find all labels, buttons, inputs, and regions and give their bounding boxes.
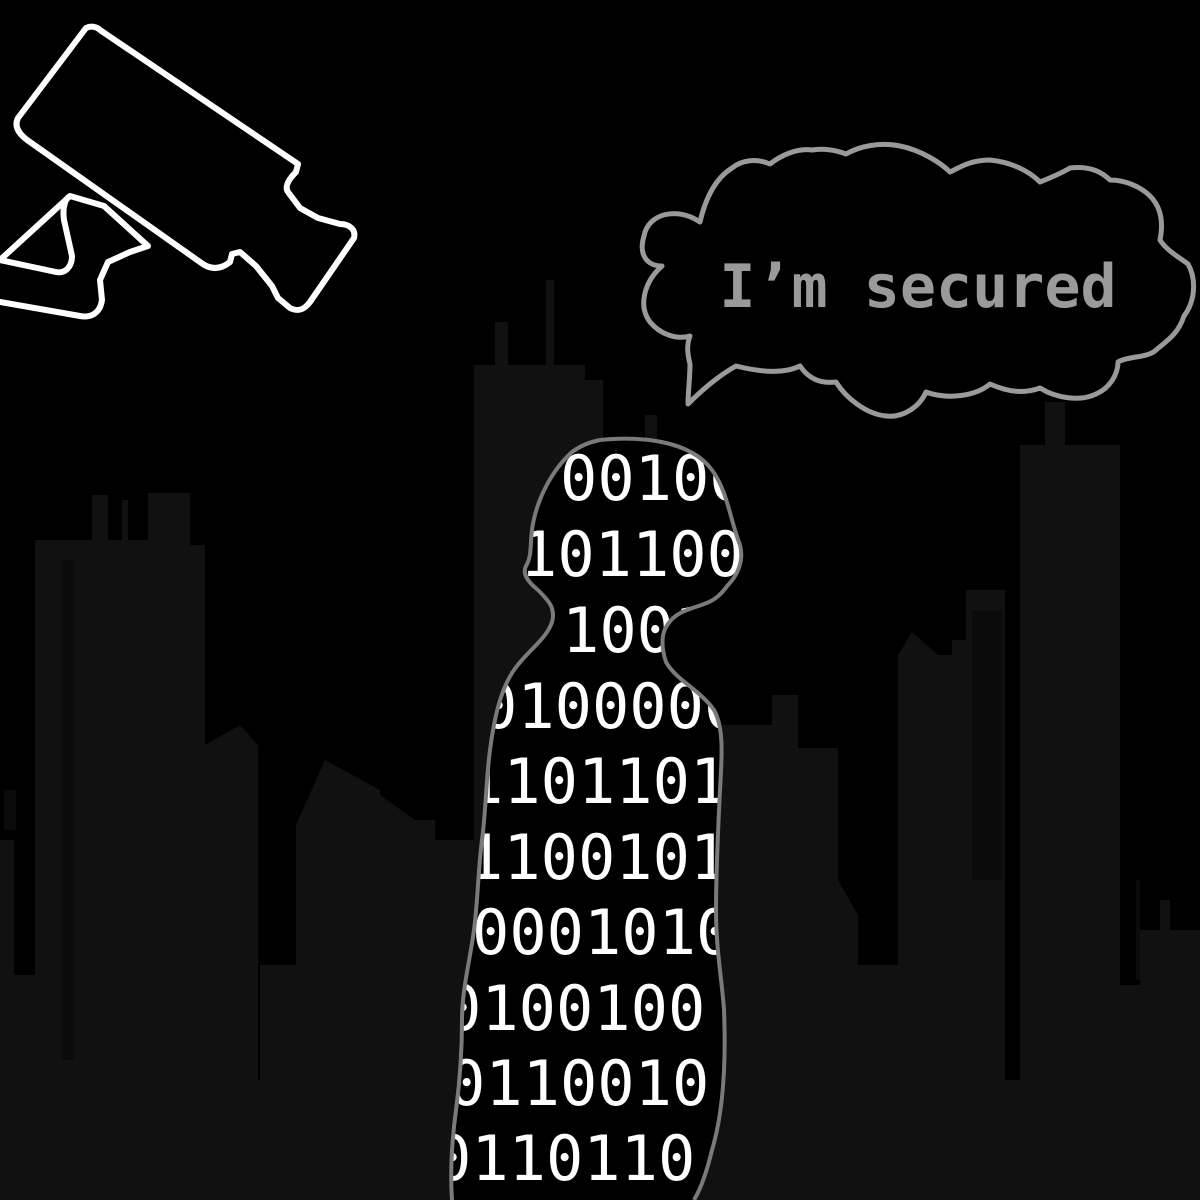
binary-row: 0001010: [472, 896, 733, 969]
speech-bubble-text: I’m secured: [719, 252, 1116, 322]
binary-row: 0110010: [448, 1047, 709, 1120]
illustration-canvas: I’m secured 00100 1011000 10010 0100000 …: [0, 0, 1200, 1200]
binary-row: 1100101: [466, 821, 727, 894]
binary-row: 0100100: [444, 972, 705, 1045]
binary-row: 0110110: [434, 1122, 695, 1195]
binary-row: 1101101: [466, 745, 727, 818]
